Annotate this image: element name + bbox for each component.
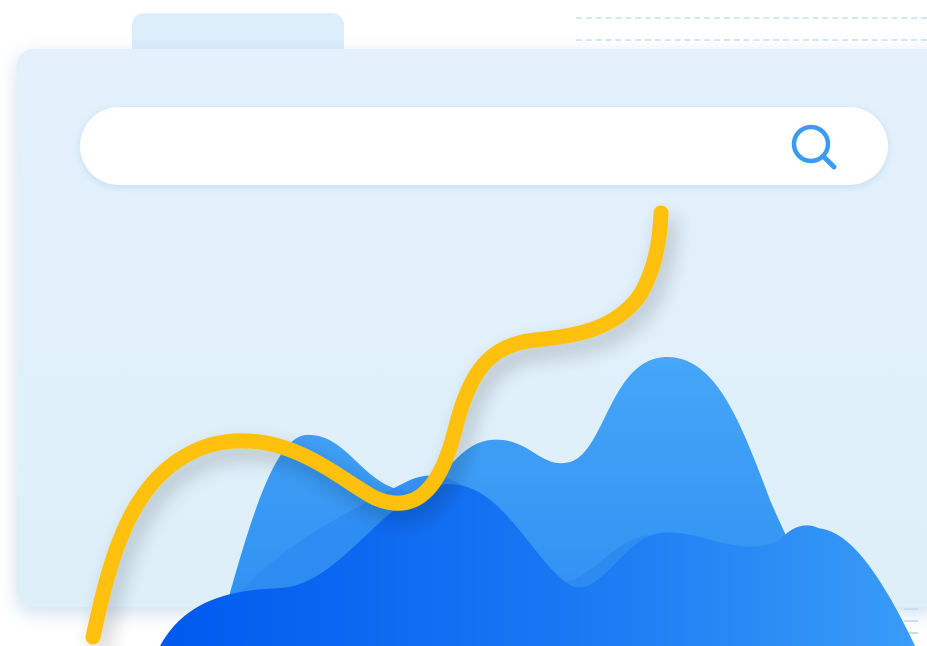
illustration-stage — [0, 0, 927, 646]
chart-illustration — [85, 205, 915, 646]
